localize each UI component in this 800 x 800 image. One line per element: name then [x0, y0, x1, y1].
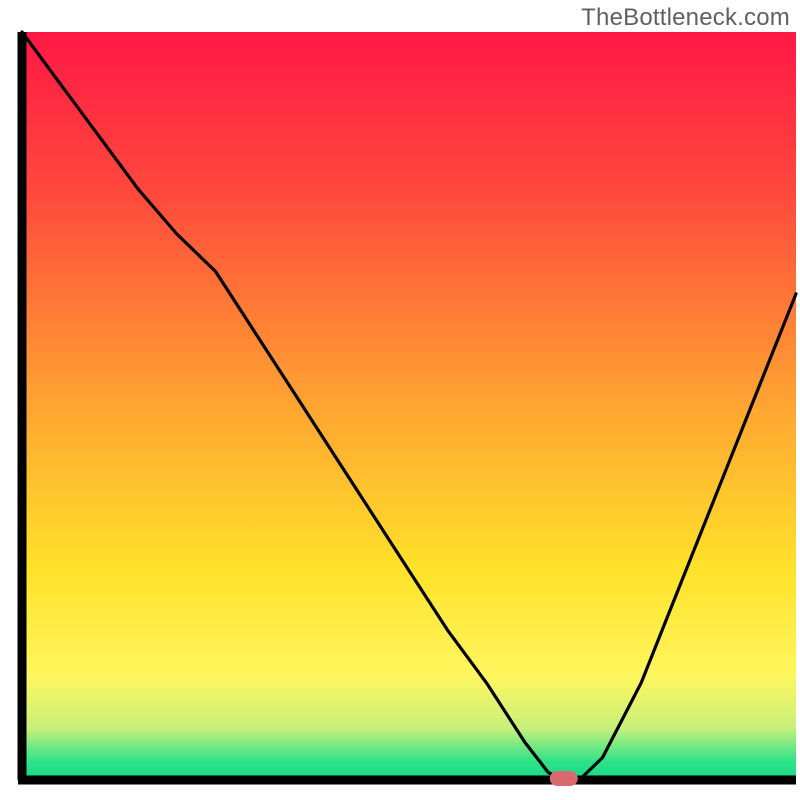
chart-background: [22, 32, 796, 780]
bottleneck-chart: TheBottleneck.com: [0, 0, 800, 800]
chart-canvas: [0, 0, 800, 800]
watermark-text: TheBottleneck.com: [581, 4, 790, 32]
optimal-marker: [550, 771, 578, 786]
